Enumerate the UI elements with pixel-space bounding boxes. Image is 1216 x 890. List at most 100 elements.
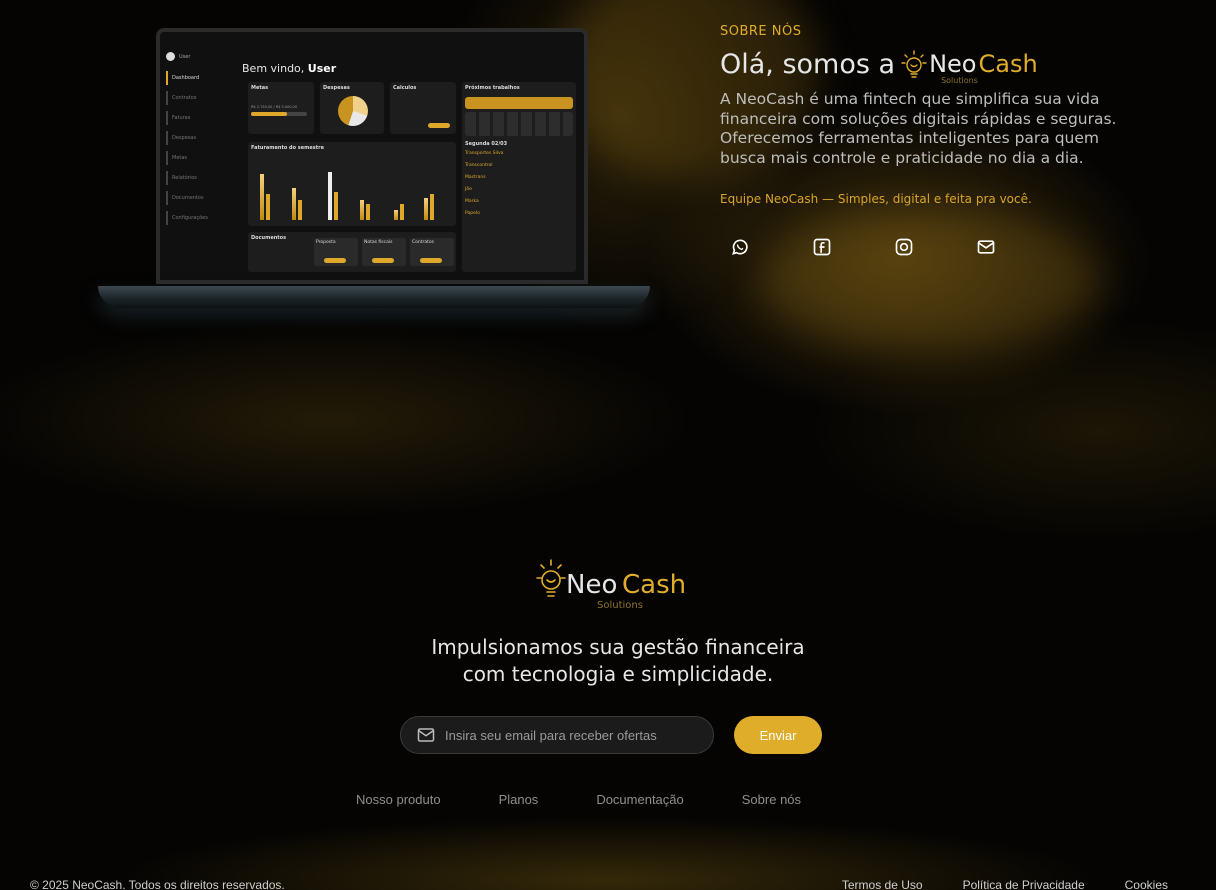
sidebar-item-label: Dashboard	[172, 75, 200, 81]
email-input[interactable]	[445, 727, 695, 743]
whatsapp-link[interactable]	[720, 236, 802, 258]
calculos-button	[428, 123, 450, 128]
about-section: SOBRE NÓS Olá, somos a Neo Cash Solutions…	[720, 24, 1140, 258]
sidebar-item: Documentos	[166, 191, 226, 205]
sidebar-item-label: Configurações	[172, 215, 208, 221]
metas-progress	[251, 112, 307, 116]
doc-button	[420, 258, 442, 263]
laptop-base	[98, 286, 650, 308]
newsletter-field[interactable]	[400, 716, 714, 754]
footer-link-planos[interactable]: Planos	[499, 792, 539, 807]
cookies-link[interactable]: Cookies	[1125, 878, 1168, 890]
job-item: Transportes Silva	[465, 151, 504, 156]
welcome-prefix: Bem vindo,	[242, 62, 305, 75]
chart-bar	[394, 210, 398, 220]
sidebar-item-label: Relatórios	[172, 175, 197, 181]
privacy-link[interactable]: Política de Privacidade	[963, 878, 1085, 890]
calendar-days	[465, 112, 573, 136]
welcome-user: User	[307, 62, 337, 75]
whatsapp-icon	[732, 239, 748, 255]
about-heading-text: Olá, somos a	[720, 49, 896, 80]
footer-link-documentacao[interactable]: Documentação	[596, 792, 683, 807]
chart-bar	[298, 200, 302, 220]
chart-bar	[424, 198, 428, 220]
calendar-date: Segunda 02/03	[465, 141, 508, 147]
card-metas: Metas R$ 2.750,00 / R$ 5.000,00	[248, 82, 314, 134]
logo-cash: Cash	[622, 570, 687, 600]
card-title: Faturamento do semestre	[251, 145, 324, 151]
job-item: Mastrans	[465, 175, 486, 180]
card-documentos: Documentos Proposta Notas fiscais Contra…	[248, 232, 456, 272]
tagline: Impulsionamos sua gestão financeira com …	[358, 634, 878, 688]
facebook-icon	[813, 238, 831, 256]
lightbulb-icon	[901, 49, 927, 78]
chart-bar	[266, 194, 270, 220]
avatar	[166, 52, 175, 61]
lightbulb-icon	[536, 559, 566, 597]
dashboard-sidebar: User Dashboard Contratos Faturas Despesa…	[166, 52, 226, 231]
logo-cash: Cash	[978, 49, 1038, 78]
chart-bar	[334, 192, 338, 220]
sidebar-item-label: Contratos	[172, 95, 197, 101]
logo-solutions: Solutions	[597, 600, 643, 611]
card-title: Despesas	[323, 85, 350, 91]
job-item: Transcontrol	[465, 163, 493, 168]
job-item: Papelo	[465, 211, 480, 216]
sidebar-item: Contratos	[166, 91, 226, 105]
instagram-icon	[895, 238, 913, 256]
card-despesas: Despesas	[320, 82, 384, 134]
dashboard-preview: User Dashboard Contratos Faturas Despesa…	[160, 32, 584, 280]
page: User Dashboard Contratos Faturas Despesa…	[0, 0, 1216, 890]
footer-nav: Nosso produto Planos Documentação Sobre …	[356, 792, 859, 807]
calendar-header	[465, 97, 573, 109]
instagram-link[interactable]	[884, 236, 966, 258]
copyright: © 2025 NeoCash. Todos os direitos reserv…	[30, 878, 285, 890]
terms-link[interactable]: Termos de Uso	[842, 878, 923, 890]
doc-button	[372, 258, 394, 263]
sidebar-item-label: Metas	[172, 155, 188, 161]
job-item: Jôe	[465, 187, 472, 192]
mail-icon	[977, 240, 995, 254]
legal-links: Termos de Uso Política de Privacidade Co…	[842, 878, 1168, 890]
laptop-screen: User Dashboard Contratos Faturas Despesa…	[156, 28, 588, 284]
facebook-link[interactable]	[802, 236, 884, 258]
about-description: A NeoCash é uma fintech que simplifica s…	[720, 90, 1117, 167]
chart-bar	[292, 188, 296, 220]
chart-bar	[366, 204, 370, 220]
chart-bar	[360, 200, 364, 220]
footer-logo: Neo Cash Solutions	[528, 556, 728, 612]
card-title: Próximos trabalhos	[465, 85, 520, 91]
doc-card: Contratos	[410, 238, 454, 266]
card-proximos: Próximos trabalhos Segunda 02/03 Transpo…	[462, 82, 576, 272]
about-kicker: SOBRE NÓS	[720, 24, 802, 39]
doc-card-title: Contratos	[412, 240, 434, 245]
social-links	[720, 236, 1140, 258]
doc-card-title: Proposta	[316, 240, 336, 245]
card-calculos: Calculos	[390, 82, 456, 134]
mail-link[interactable]	[966, 236, 1048, 258]
laptop-mockup: User Dashboard Contratos Faturas Despesa…	[98, 28, 650, 318]
tagline-line-2: com tecnologia e simplicidade.	[462, 662, 774, 686]
send-button[interactable]: Enviar	[734, 716, 822, 754]
job-item: Marka	[465, 199, 479, 204]
tagline-line-1: Impulsionamos sua gestão financeira	[431, 635, 805, 659]
chart-bar	[260, 174, 264, 220]
dashboard-welcome: Bem vindo, User	[242, 62, 336, 75]
footer-link-produto[interactable]: Nosso produto	[356, 792, 441, 807]
doc-card: Proposta	[314, 238, 358, 266]
despesas-pie	[338, 96, 368, 126]
dashboard-user-label: User	[179, 53, 191, 60]
sidebar-item: Metas	[166, 151, 226, 165]
footer-link-sobre[interactable]: Sobre nós	[742, 792, 801, 807]
doc-card-title: Notas fiscais	[364, 240, 393, 245]
chart-bar	[430, 194, 434, 220]
logo-neo: Neo	[566, 570, 618, 600]
logo-solutions: Solutions	[941, 75, 978, 85]
sidebar-item-label: Faturas	[172, 115, 191, 121]
chart-bar	[400, 204, 404, 220]
card-title: Calculos	[393, 85, 417, 91]
sidebar-item-label: Documentos	[172, 195, 204, 201]
about-heading: Olá, somos a Neo Cash Solutions	[720, 49, 1140, 85]
sidebar-item: Despesas	[166, 131, 226, 145]
sidebar-item: Faturas	[166, 111, 226, 125]
